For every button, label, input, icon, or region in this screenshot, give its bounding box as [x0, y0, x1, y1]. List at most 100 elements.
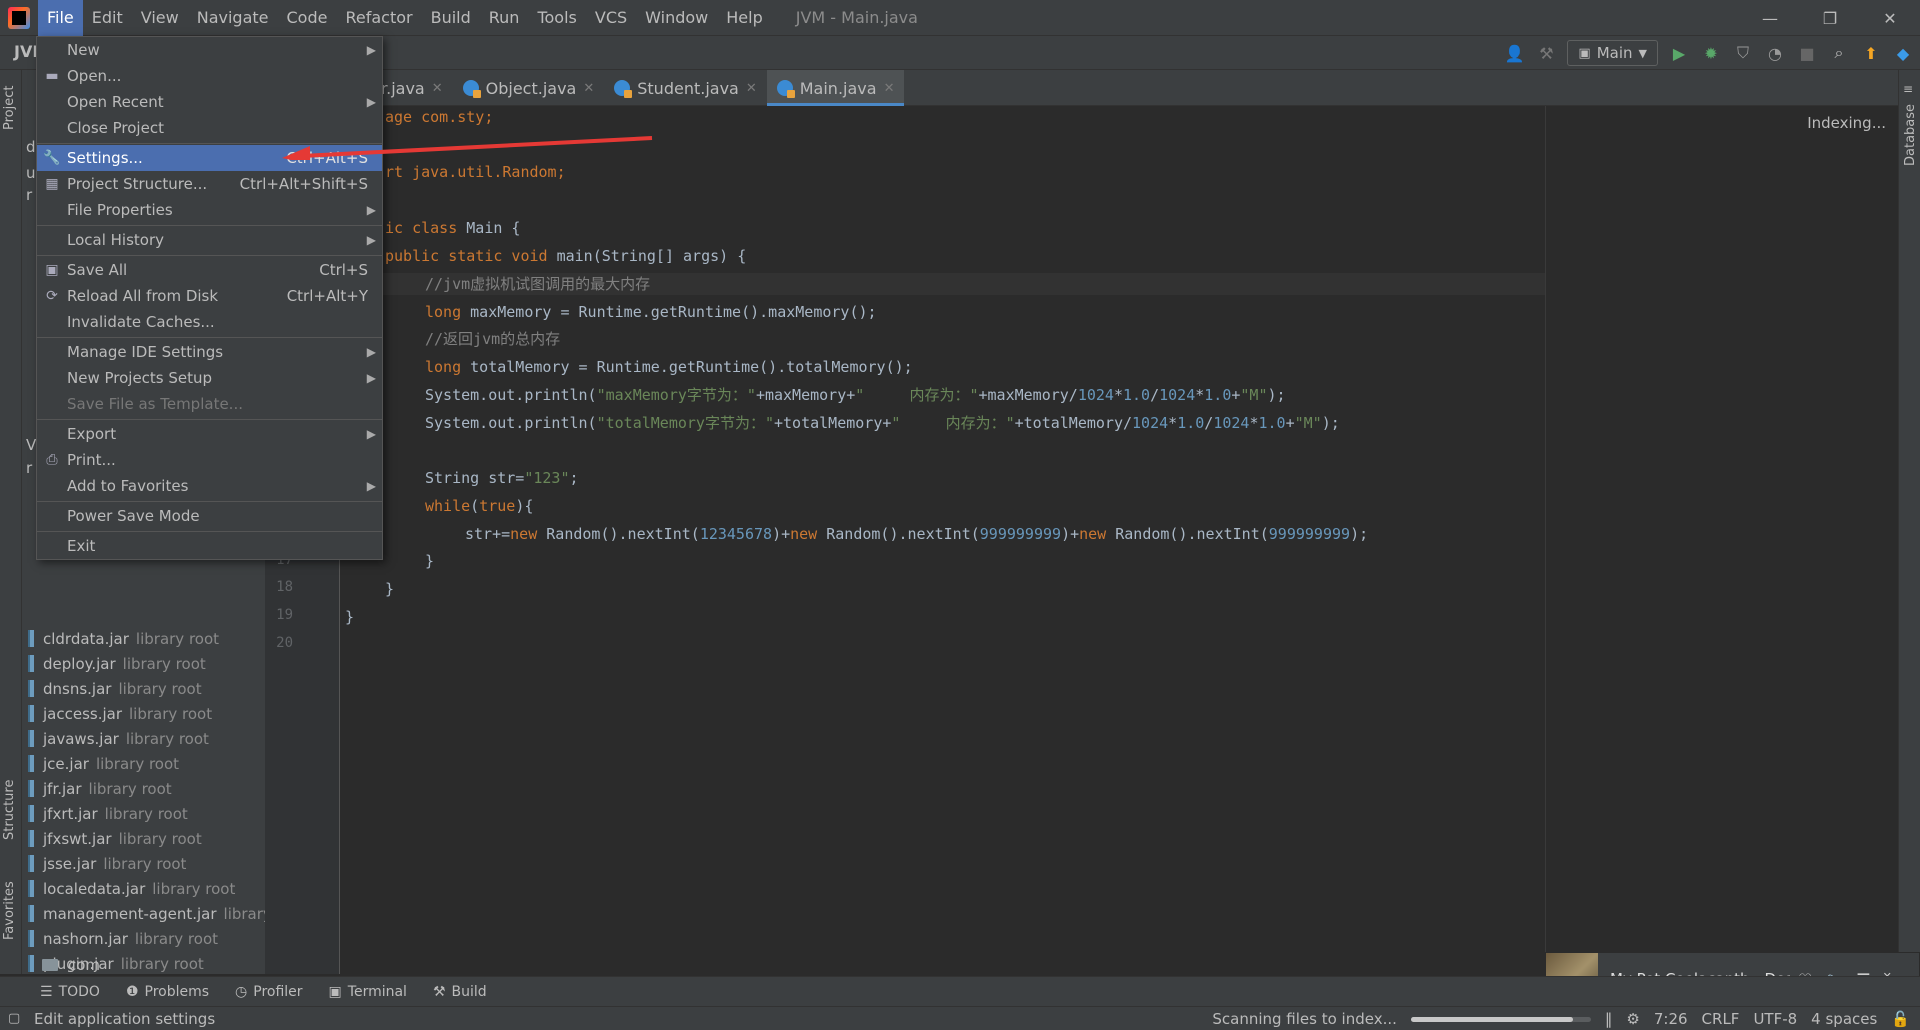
menu-item-project-structure[interactable]: ▦ Project Structure... Ctrl+Alt+Shift+S	[37, 171, 382, 197]
tree-item-name: deploy.jar	[43, 654, 116, 673]
menu-item-exit[interactable]: Exit	[37, 533, 382, 559]
status-toggle-icon[interactable]: ▢	[8, 1011, 20, 1026]
profiler-tool[interactable]: ◷ Profiler	[235, 984, 303, 1000]
menu-item-invalidate-caches[interactable]: Invalidate Caches...	[37, 309, 382, 335]
project-breadcrumb[interactable]: JVI	[14, 42, 38, 61]
menu-item-local-history[interactable]: Local History ▶	[37, 227, 382, 253]
close-tab-icon[interactable]: ✕	[884, 81, 895, 96]
tree-row-library[interactable]: cldrdata.jar library root	[22, 626, 219, 651]
todo-tool[interactable]: ☰ TODO	[40, 984, 100, 1000]
menu-item-add-to-favorites[interactable]: Add to Favorites ▶	[37, 473, 382, 499]
code-editor[interactable]: age com.sty; rt java.util.Random; ic cla…	[340, 106, 1545, 974]
menu-window[interactable]: Window	[636, 0, 717, 36]
tree-folder-row[interactable]: com	[22, 952, 100, 974]
menu-item-file-properties[interactable]: File Properties ▶	[37, 197, 382, 223]
window-icon: ▣	[1578, 45, 1591, 61]
menu-code[interactable]: Code	[278, 0, 337, 36]
line-separator[interactable]: CRLF	[1702, 1010, 1740, 1028]
minimize-icon[interactable]: —	[1740, 0, 1800, 36]
editor-right-margin: Indexing...	[1545, 106, 1898, 974]
tree-row-library[interactable]: jfxrt.jar library root	[22, 801, 188, 826]
menu-item-new-projects-setup[interactable]: New Projects Setup ▶	[37, 365, 382, 391]
coverage-icon[interactable]: ⛉	[1732, 42, 1754, 64]
menu-item-power-save[interactable]: Power Save Mode	[37, 503, 382, 529]
tree-row-library[interactable]: jsse.jar library root	[22, 851, 186, 876]
menu-tools[interactable]: Tools	[528, 0, 585, 36]
line-number: 19	[276, 607, 293, 623]
debug-icon[interactable]: ✹	[1700, 42, 1722, 64]
tree-item-note: library root	[135, 629, 220, 648]
chevron-right-icon: ▶	[366, 371, 376, 385]
close-tab-icon[interactable]: ✕	[746, 81, 757, 96]
database-icon[interactable]: ≡	[1903, 82, 1913, 96]
menu-refactor[interactable]: Refactor	[336, 0, 421, 36]
favorites-tool-tab[interactable]: Favorites	[2, 881, 17, 940]
profile-icon[interactable]: ◔	[1764, 42, 1786, 64]
database-tool-tab[interactable]: Database	[1903, 104, 1918, 166]
project-tool-tab[interactable]: Project	[2, 86, 17, 130]
intellij-logo-icon[interactable]	[8, 6, 30, 29]
menu-run[interactable]: Run	[480, 0, 529, 36]
menu-view[interactable]: View	[132, 0, 188, 36]
tree-row-library[interactable]: jce.jar library root	[22, 751, 179, 776]
menu-help[interactable]: Help	[717, 0, 771, 36]
folder-icon	[42, 958, 58, 971]
menu-item-print[interactable]: ⎙ Print...	[37, 447, 382, 473]
tree-row-library[interactable]: management-agent.jar library	[22, 901, 265, 926]
build-tool[interactable]: ⚒ Build	[433, 984, 487, 1000]
update-icon[interactable]: ⬆	[1860, 42, 1882, 64]
menu-item-new[interactable]: New ▶	[37, 37, 382, 63]
tree-row-library[interactable]: javaws.jar library root	[22, 726, 209, 751]
project-structure-icon: ▦	[45, 176, 59, 192]
menu-build[interactable]: Build	[422, 0, 480, 36]
menu-edit[interactable]: Edit	[83, 0, 132, 36]
list-icon: ☰	[40, 983, 53, 1000]
tab-object-java[interactable]: Object.java ✕	[453, 70, 605, 106]
hector-icon[interactable]: ⚙	[1626, 1010, 1639, 1028]
tab-student-java[interactable]: Student.java ✕	[604, 70, 767, 106]
menu-vcs[interactable]: VCS	[586, 0, 636, 36]
close-tab-icon[interactable]: ✕	[583, 81, 594, 96]
menu-item-reload[interactable]: ⟳ Reload All from Disk Ctrl+Alt+Y	[37, 283, 382, 309]
user-icon[interactable]: 👤	[1503, 42, 1525, 64]
structure-tool-tab[interactable]: Structure	[2, 780, 17, 840]
close-icon[interactable]: ✕	[1860, 0, 1920, 36]
chevron-right-icon: ▶	[366, 345, 376, 359]
problems-tool[interactable]: ❶ Problems	[126, 984, 209, 1000]
restore-icon[interactable]: ❐	[1800, 0, 1860, 36]
file-encoding[interactable]: UTF-8	[1753, 1010, 1797, 1028]
tree-row-library[interactable]: jfxswt.jar library root	[22, 826, 202, 851]
tree-item-name: jsse.jar	[43, 854, 97, 873]
close-tab-icon[interactable]: ✕	[432, 81, 443, 96]
menu-item-manage-ide-settings[interactable]: Manage IDE Settings ▶	[37, 339, 382, 365]
terminal-tool[interactable]: ▣ Terminal	[329, 984, 407, 1000]
menu-item-save-all[interactable]: ▣ Save All Ctrl+S	[37, 257, 382, 283]
toolbox-icon[interactable]: ◆	[1892, 42, 1914, 64]
annotation-arrow	[282, 136, 653, 160]
window-controls: — ❐ ✕	[1740, 0, 1920, 36]
tab-main-java[interactable]: Main.java ✕	[766, 70, 905, 106]
tree-row-library[interactable]: jfr.jar library root	[22, 776, 172, 801]
tree-row-library[interactable]: nashorn.jar library root	[22, 926, 218, 951]
lock-icon[interactable]: 🔓	[1891, 1010, 1910, 1028]
tree-row-library[interactable]: jaccess.jar library root	[22, 701, 212, 726]
tree-row-library[interactable]: dnsns.jar library root	[22, 676, 202, 701]
menu-item-open-recent[interactable]: Open Recent ▶	[37, 89, 382, 115]
tree-row-library[interactable]: deploy.jar library root	[22, 651, 206, 676]
wrench-icon: 🔧	[43, 150, 61, 166]
run-config-selector[interactable]: ▣ Main ▼	[1567, 40, 1658, 66]
caret-position[interactable]: 7:26	[1654, 1010, 1688, 1028]
chevron-right-icon: ▶	[366, 233, 376, 247]
menu-file[interactable]: File	[38, 0, 83, 36]
menu-item-open[interactable]: ▬ Open...	[37, 63, 382, 89]
search-icon[interactable]: ⌕	[1828, 42, 1850, 64]
stop-icon[interactable]: ■	[1796, 42, 1818, 64]
tree-row-library[interactable]: localedata.jar library root	[22, 876, 235, 901]
menu-navigate[interactable]: Navigate	[188, 0, 278, 36]
indent-setting[interactable]: 4 spaces	[1811, 1010, 1877, 1028]
hammer-icon[interactable]: ⚒	[1535, 42, 1557, 64]
run-icon[interactable]: ▶	[1668, 42, 1690, 64]
code-line: }	[425, 552, 435, 570]
menu-item-export[interactable]: Export ▶	[37, 421, 382, 447]
pause-icon[interactable]: ‖	[1605, 1010, 1613, 1028]
